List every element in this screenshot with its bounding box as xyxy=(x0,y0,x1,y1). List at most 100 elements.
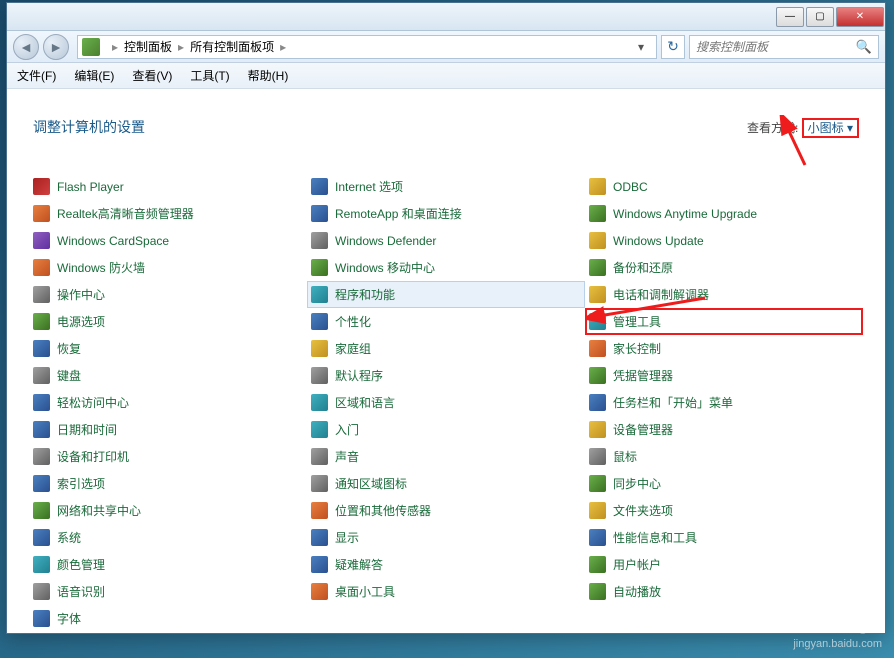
control-panel-item[interactable]: 疑难解答 xyxy=(307,551,585,578)
close-button[interactable]: ✕ xyxy=(836,7,884,27)
control-panel-item[interactable]: 区域和语言 xyxy=(307,389,585,416)
control-panel-item[interactable]: 任务栏和「开始」菜单 xyxy=(585,389,863,416)
control-panel-item[interactable]: Flash Player xyxy=(29,173,307,200)
item-icon xyxy=(33,529,50,546)
control-panel-item[interactable]: Windows 防火墙 xyxy=(29,254,307,281)
control-panel-item[interactable]: Windows CardSpace xyxy=(29,227,307,254)
forward-button[interactable]: ► xyxy=(43,34,69,60)
item-icon xyxy=(311,259,328,276)
control-panel-item[interactable]: 语音识别 xyxy=(29,578,307,605)
item-icon xyxy=(33,367,50,384)
item-label: 设备和打印机 xyxy=(57,448,129,465)
menu-tools[interactable]: 工具(T) xyxy=(190,67,229,84)
control-panel-item[interactable]: Windows Defender xyxy=(307,227,585,254)
control-panel-item[interactable]: 鼠标 xyxy=(585,443,863,470)
menu-edit[interactable]: 编辑(E) xyxy=(74,67,114,84)
control-panel-item[interactable]: 日期和时间 xyxy=(29,416,307,443)
control-panel-item[interactable]: 位置和其他传感器 xyxy=(307,497,585,524)
item-label: 位置和其他传感器 xyxy=(335,502,431,519)
item-icon xyxy=(311,421,328,438)
control-panel-item[interactable]: 轻松访问中心 xyxy=(29,389,307,416)
control-panel-item[interactable]: 性能信息和工具 xyxy=(585,524,863,551)
menu-help[interactable]: 帮助(H) xyxy=(248,67,289,84)
item-icon xyxy=(33,205,50,222)
item-label: 备份和还原 xyxy=(613,259,673,276)
control-panel-item[interactable]: 程序和功能 xyxy=(307,281,585,308)
item-label: 颜色管理 xyxy=(57,556,105,573)
control-panel-item[interactable]: ODBC xyxy=(585,173,863,200)
control-panel-item[interactable]: 通知区域图标 xyxy=(307,470,585,497)
breadcrumb-item[interactable]: 控制面板 xyxy=(124,38,172,55)
item-icon xyxy=(33,178,50,195)
control-panel-item[interactable]: Windows Anytime Upgrade xyxy=(585,200,863,227)
control-panel-item[interactable]: 文件夹选项 xyxy=(585,497,863,524)
control-panel-item[interactable]: 同步中心 xyxy=(585,470,863,497)
item-label: 入门 xyxy=(335,421,359,438)
item-label: 鼠标 xyxy=(613,448,637,465)
control-panel-item[interactable]: 网络和共享中心 xyxy=(29,497,307,524)
minimize-button[interactable]: — xyxy=(776,7,804,27)
control-panel-item[interactable]: 家长控制 xyxy=(585,335,863,362)
item-label: Internet 选项 xyxy=(335,178,403,195)
item-icon xyxy=(33,610,50,627)
breadcrumb[interactable]: ▸ 控制面板 ▸ 所有控制面板项 ▸ ▾ xyxy=(77,35,657,59)
item-label: 网络和共享中心 xyxy=(57,502,141,519)
search-input[interactable]: 🔍 xyxy=(689,35,879,59)
back-button[interactable]: ◄ xyxy=(13,34,39,60)
breadcrumb-item[interactable]: 所有控制面板项 xyxy=(190,38,274,55)
control-panel-item[interactable]: 桌面小工具 xyxy=(307,578,585,605)
item-label: 区域和语言 xyxy=(335,394,395,411)
item-label: 轻松访问中心 xyxy=(57,394,129,411)
control-panel-item[interactable]: 显示 xyxy=(307,524,585,551)
control-panel-item[interactable]: 个性化 xyxy=(307,308,585,335)
maximize-button[interactable]: ▢ xyxy=(806,7,834,27)
control-panel-item[interactable]: Internet 选项 xyxy=(307,173,585,200)
watermark-url: jingyan.baidu.com xyxy=(753,638,882,650)
control-panel-item[interactable]: 凭据管理器 xyxy=(585,362,863,389)
page-title: 调整计算机的设置 xyxy=(33,117,145,137)
item-label: 日期和时间 xyxy=(57,421,117,438)
item-icon xyxy=(311,340,328,357)
menu-file[interactable]: 文件(F) xyxy=(17,67,56,84)
item-label: 操作中心 xyxy=(57,286,105,303)
menu-view[interactable]: 查看(V) xyxy=(132,67,172,84)
control-panel-item[interactable]: Windows Update xyxy=(585,227,863,254)
control-panel-item[interactable]: 自动播放 xyxy=(585,578,863,605)
view-by-dropdown[interactable]: 小图标 ▾ xyxy=(802,118,859,138)
control-panel-item[interactable]: 操作中心 xyxy=(29,281,307,308)
item-icon xyxy=(589,529,606,546)
control-panel-item[interactable]: Windows 移动中心 xyxy=(307,254,585,281)
control-panel-item[interactable]: 家庭组 xyxy=(307,335,585,362)
control-panel-item[interactable]: 默认程序 xyxy=(307,362,585,389)
item-label: 恢复 xyxy=(57,340,81,357)
control-panel-item[interactable]: 系统 xyxy=(29,524,307,551)
item-label: Realtek高清晰音频管理器 xyxy=(57,205,194,222)
control-panel-item[interactable]: 字体 xyxy=(29,605,307,632)
control-panel-item[interactable]: 索引选项 xyxy=(29,470,307,497)
item-icon xyxy=(589,448,606,465)
item-icon xyxy=(311,502,328,519)
search-field[interactable] xyxy=(696,40,856,54)
control-panel-item[interactable]: 备份和还原 xyxy=(585,254,863,281)
control-panel-item[interactable]: 声音 xyxy=(307,443,585,470)
breadcrumb-dropdown-icon[interactable]: ▾ xyxy=(638,40,652,54)
control-panel-item[interactable]: 电话和调制解调器 xyxy=(585,281,863,308)
control-panel-item[interactable]: 电源选项 xyxy=(29,308,307,335)
control-panel-item[interactable]: 键盘 xyxy=(29,362,307,389)
refresh-button[interactable]: ↻ xyxy=(661,35,685,59)
control-panel-item[interactable]: 用户帐户 xyxy=(585,551,863,578)
item-icon xyxy=(311,178,328,195)
control-panel-item[interactable]: 设备管理器 xyxy=(585,416,863,443)
control-panel-item[interactable]: 恢复 xyxy=(29,335,307,362)
item-label: 家庭组 xyxy=(335,340,371,357)
control-panel-item[interactable]: Realtek高清晰音频管理器 xyxy=(29,200,307,227)
item-label: 程序和功能 xyxy=(335,286,395,303)
control-panel-item[interactable]: 管理工具 xyxy=(585,308,863,335)
watermark-brand: Baidu 经验 xyxy=(753,603,882,638)
control-panel-item[interactable]: 设备和打印机 xyxy=(29,443,307,470)
control-panel-item[interactable]: 颜色管理 xyxy=(29,551,307,578)
control-panel-item[interactable]: RemoteApp 和桌面连接 xyxy=(307,200,585,227)
item-icon xyxy=(33,421,50,438)
item-icon xyxy=(33,475,50,492)
control-panel-item[interactable]: 入门 xyxy=(307,416,585,443)
